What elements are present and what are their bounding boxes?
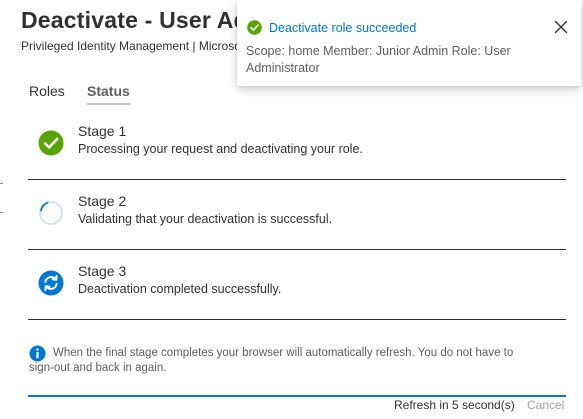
notification-message: Scope: home Member: Junior Admin Role: U… <box>246 44 511 75</box>
stage-list: Stage 1 Processing your request and deac… <box>28 110 566 320</box>
page-left-edge <box>0 0 4 419</box>
spinner-icon <box>39 201 63 225</box>
edge-marker <box>0 183 3 184</box>
notification-title: Deactivate role succeeded <box>269 21 417 35</box>
info-message-line-1: When the final stage completes your brow… <box>53 347 514 359</box>
tab-roles[interactable]: Roles <box>29 83 65 105</box>
stage-description: Processing your request and deactivating… <box>78 142 363 156</box>
stage-name: Stage 3 <box>78 263 127 279</box>
stage-description: Validating that your deactivation is suc… <box>78 212 333 226</box>
stage-name: Stage 2 <box>78 193 127 209</box>
refresh-countdown: Refresh in 5 second(s) <box>394 398 515 412</box>
progress-rule <box>28 395 566 397</box>
success-notification: Deactivate role succeeded Scope: home Me… <box>237 0 581 86</box>
close-icon[interactable] <box>554 20 568 34</box>
tab-status[interactable]: Status <box>87 83 130 105</box>
edge-marker <box>0 212 3 213</box>
stage-description: Deactivation completed successfully. <box>78 282 282 296</box>
stage-item-1: Stage 1 Processing your request and deac… <box>28 110 566 180</box>
stage-item-3: Stage 3 Deactivation completed successfu… <box>28 250 566 320</box>
info-message-line-2: sign-out and back in again. <box>29 362 167 374</box>
success-check-icon <box>247 20 262 35</box>
stage-item-2: Stage 2 Validating that your deactivatio… <box>28 180 566 250</box>
checkmark-circle-icon <box>38 130 64 156</box>
stage-name: Stage 1 <box>78 123 127 139</box>
info-icon <box>29 345 46 362</box>
sync-circle-icon <box>38 270 64 296</box>
cancel-button[interactable]: Cancel <box>527 398 564 412</box>
